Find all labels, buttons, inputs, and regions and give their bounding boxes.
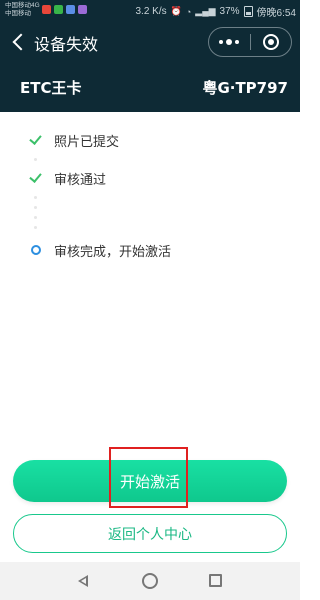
license-plate: 粤G·TP797 xyxy=(202,79,288,97)
back-arrow-icon[interactable] xyxy=(10,30,30,54)
notification-icons xyxy=(42,5,87,14)
check-icon xyxy=(28,131,46,149)
app-notification-icon xyxy=(42,5,51,14)
navigation-bar xyxy=(0,562,300,600)
timeline-connector-dot xyxy=(34,226,37,229)
more-dots-icon xyxy=(219,39,240,45)
timeline-step-review-passed: 审核通过 xyxy=(28,168,106,188)
status-right: 3.2 K/s ⏰ ◔ ▂▄▆ 37% 傍晚6:54 xyxy=(135,4,296,19)
page-title: 设备失效 xyxy=(34,35,99,54)
timeline-step-start-activation: 审核完成，开始激活 xyxy=(28,240,171,260)
signal-icon: ▂▄▆ xyxy=(195,6,216,16)
progress-timeline: 照片已提交 审核通过 审核完成，开始激活 xyxy=(0,112,300,272)
battery-percent: 37% xyxy=(219,6,240,17)
wechat-notification-icon xyxy=(54,5,63,14)
wifi-icon: ◔ xyxy=(185,6,192,17)
carrier-line2: 中国移动 xyxy=(5,10,31,17)
timeline-step-label: 审核通过 xyxy=(54,172,107,188)
nav-home-icon[interactable] xyxy=(142,573,158,589)
battery-icon xyxy=(243,6,253,17)
timeline-step-label: 审核完成，开始激活 xyxy=(54,244,172,260)
timeline-step-photo-submitted: 照片已提交 xyxy=(28,130,119,150)
check-icon xyxy=(28,169,46,187)
status-bar: 中国移动4G 中国移动 3.2 K/s ⏰ ◔ ▂▄▆ 37% 傍晚6:54 xyxy=(0,0,300,22)
nav-recent-apps-icon[interactable] xyxy=(209,574,222,587)
timeline-connector-dot xyxy=(34,158,37,161)
close-mini-program-button[interactable] xyxy=(251,28,292,56)
timeline-connector-dot xyxy=(34,206,37,209)
timeline-step-label: 照片已提交 xyxy=(54,134,120,150)
start-activation-button[interactable]: 开始激活 xyxy=(13,460,287,502)
current-step-icon xyxy=(28,241,46,259)
carrier-info: 中国移动4G 中国移动 xyxy=(5,2,40,18)
alarm-icon: ⏰ xyxy=(170,6,182,16)
mini-program-capsule xyxy=(208,27,292,57)
nav-back-icon[interactable] xyxy=(76,573,92,589)
card-name: ETC王卡 xyxy=(20,79,82,97)
app-notification-icon xyxy=(66,5,75,14)
more-menu-button[interactable] xyxy=(209,28,250,56)
clock: 傍晚6:54 xyxy=(256,8,296,19)
close-circle-icon xyxy=(262,34,279,50)
card-header: ETC王卡 粤G·TP797 xyxy=(0,62,300,112)
title-bar: 设备失效 xyxy=(0,22,300,62)
back-to-profile-button[interactable]: 返回个人中心 xyxy=(13,514,287,553)
timeline-connector-dot xyxy=(34,216,37,219)
network-speed: 3.2 K/s xyxy=(135,6,167,17)
timeline-connector-dot xyxy=(34,196,37,199)
app-notification-icon xyxy=(78,5,87,14)
carrier-line1: 中国移动4G xyxy=(5,2,40,9)
